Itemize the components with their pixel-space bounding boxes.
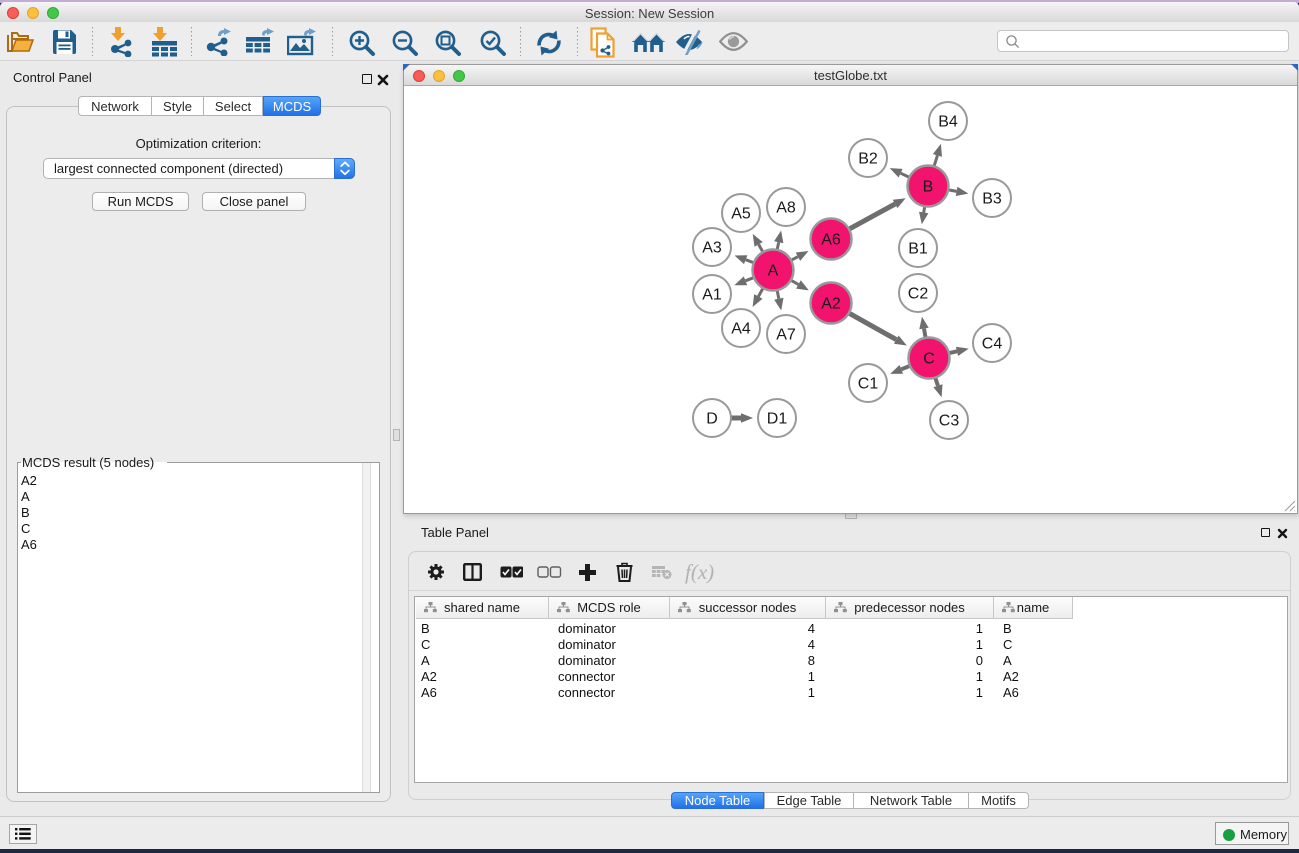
svg-text:D1: D1 [767,411,788,428]
svg-text:A: A [768,263,779,280]
svg-text:B3: B3 [982,191,1002,208]
svg-text:A4: A4 [731,321,751,338]
svg-text:B: B [923,179,934,196]
svg-text:B4: B4 [938,114,958,131]
svg-text:C: C [923,351,935,368]
svg-text:C2: C2 [908,286,929,303]
svg-text:A1: A1 [702,287,722,304]
svg-text:D: D [706,411,718,428]
svg-text:A3: A3 [702,240,722,257]
svg-text:C4: C4 [982,336,1003,353]
svg-text:A7: A7 [776,327,796,344]
svg-text:B2: B2 [858,151,878,168]
svg-text:C1: C1 [858,376,879,393]
svg-text:A8: A8 [776,200,796,217]
svg-text:A2: A2 [821,296,841,313]
svg-text:A5: A5 [731,206,751,223]
svg-text:B1: B1 [908,241,928,258]
svg-text:A6: A6 [821,232,841,249]
svg-text:C3: C3 [939,413,960,430]
